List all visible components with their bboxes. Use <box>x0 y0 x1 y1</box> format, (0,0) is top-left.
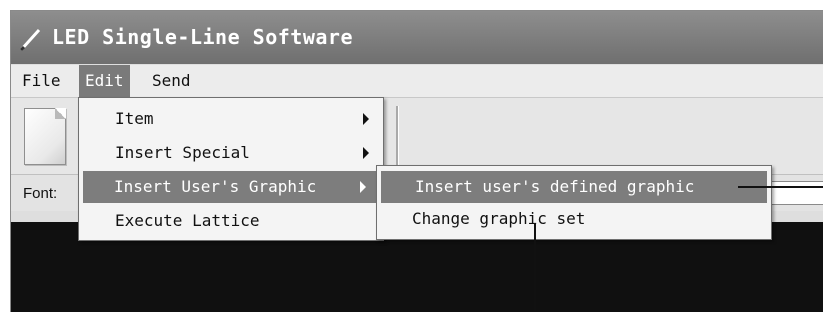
font-label: Font: <box>23 185 58 202</box>
edit-menu-dropdown: Item Insert Special Insert User's Graphi… <box>78 97 384 241</box>
window-title: LED Single-Line Software <box>52 25 353 49</box>
toolbar-separator <box>396 106 399 166</box>
menu-item-insert-special[interactable]: Insert Special <box>80 137 382 169</box>
menu-item-insert-users-graphic[interactable]: Insert User's Graphic <box>83 171 379 203</box>
title-bar: LED Single-Line Software <box>11 11 823 64</box>
menu-item-label: Execute Lattice <box>115 211 260 230</box>
users-graphic-submenu: Insert user's defined graphic Change gra… <box>376 165 772 240</box>
submenu-arrow-icon <box>360 181 366 193</box>
menu-item-execute-lattice[interactable]: Execute Lattice <box>80 205 382 237</box>
new-document-icon[interactable] <box>24 108 66 165</box>
font-select[interactable] <box>771 181 823 205</box>
menu-send[interactable]: Send <box>146 65 197 97</box>
submenu-arrow-icon <box>363 113 369 125</box>
submenu-item-insert-defined-graphic[interactable]: Insert user's defined graphic <box>381 171 767 203</box>
menu-item-item[interactable]: Item <box>80 103 382 135</box>
menu-file[interactable]: File <box>16 65 67 97</box>
pencil-icon <box>19 28 41 52</box>
callout-line-vertical <box>534 224 536 311</box>
submenu-item-change-graphic-set[interactable]: Change graphic set <box>378 203 770 235</box>
menu-item-label: Insert User's Graphic <box>114 177 317 196</box>
submenu-item-label: Insert user's defined graphic <box>415 177 695 196</box>
menu-edit[interactable]: Edit <box>79 65 130 97</box>
submenu-item-label: Change graphic set <box>412 209 586 228</box>
callout-line-horizontal <box>738 186 823 188</box>
submenu-arrow-icon <box>363 147 369 159</box>
menu-item-label: Item <box>115 109 154 128</box>
menu-bar: File Edit Send <box>11 65 823 98</box>
menu-item-label: Insert Special <box>115 143 250 162</box>
